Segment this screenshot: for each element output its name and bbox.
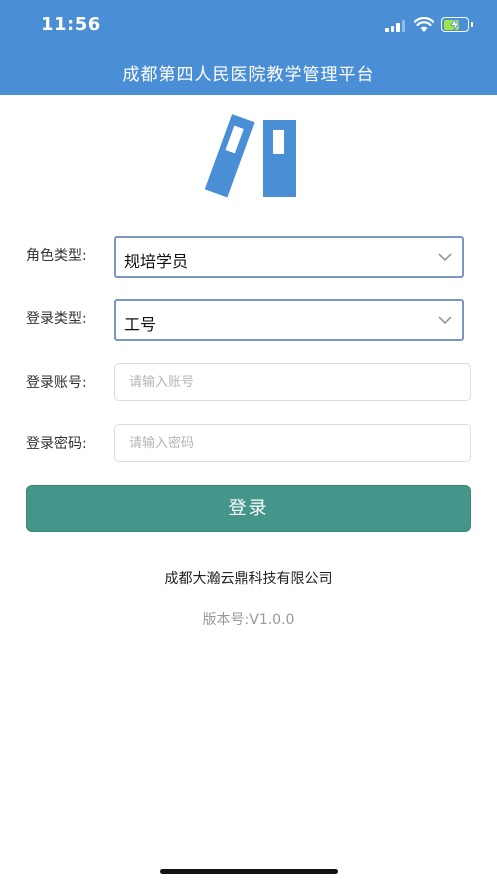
wifi-icon [414, 17, 434, 32]
app-header: 11:56 成都第四人民医院教学管理平台 [0, 0, 497, 95]
binders-icon [204, 114, 296, 198]
role-type-value: 规培学员 [124, 252, 189, 271]
login-button[interactable]: 登录 [26, 485, 471, 532]
charging-bolt-icon [450, 17, 460, 32]
login-type-value: 工号 [124, 315, 157, 334]
login-type-label: 登录类型: [26, 311, 87, 327]
role-type-label: 角色类型: [26, 248, 87, 264]
status-bar: 11:56 [0, 0, 497, 52]
password-input[interactable] [129, 433, 449, 453]
password-field[interactable] [114, 424, 471, 462]
account-field[interactable] [114, 363, 471, 401]
page-title: 成都第四人民医院教学管理平台 [122, 65, 375, 85]
account-input[interactable] [129, 372, 449, 392]
battery-tip [471, 22, 473, 27]
role-type-row: 角色类型: 规培学员 [26, 236, 472, 278]
chevron-down-icon [438, 316, 452, 325]
cellular-signal-icon [385, 20, 407, 32]
account-label: 登录账号: [26, 375, 87, 391]
password-label: 登录密码: [26, 436, 87, 452]
home-indicator[interactable] [160, 869, 338, 874]
chevron-down-icon [438, 253, 452, 262]
version-label: 版本号:V1.0.0 [202, 612, 295, 628]
password-row: 登录密码: [26, 424, 472, 464]
company-name: 成都大瀚云鼎科技有限公司 [164, 571, 333, 587]
login-type-row: 登录类型: 工号 [26, 299, 472, 341]
account-row: 登录账号: [26, 363, 472, 403]
role-type-select[interactable]: 规培学员 [114, 236, 464, 278]
login-type-select[interactable]: 工号 [114, 299, 464, 341]
status-time: 11:56 [41, 14, 101, 35]
